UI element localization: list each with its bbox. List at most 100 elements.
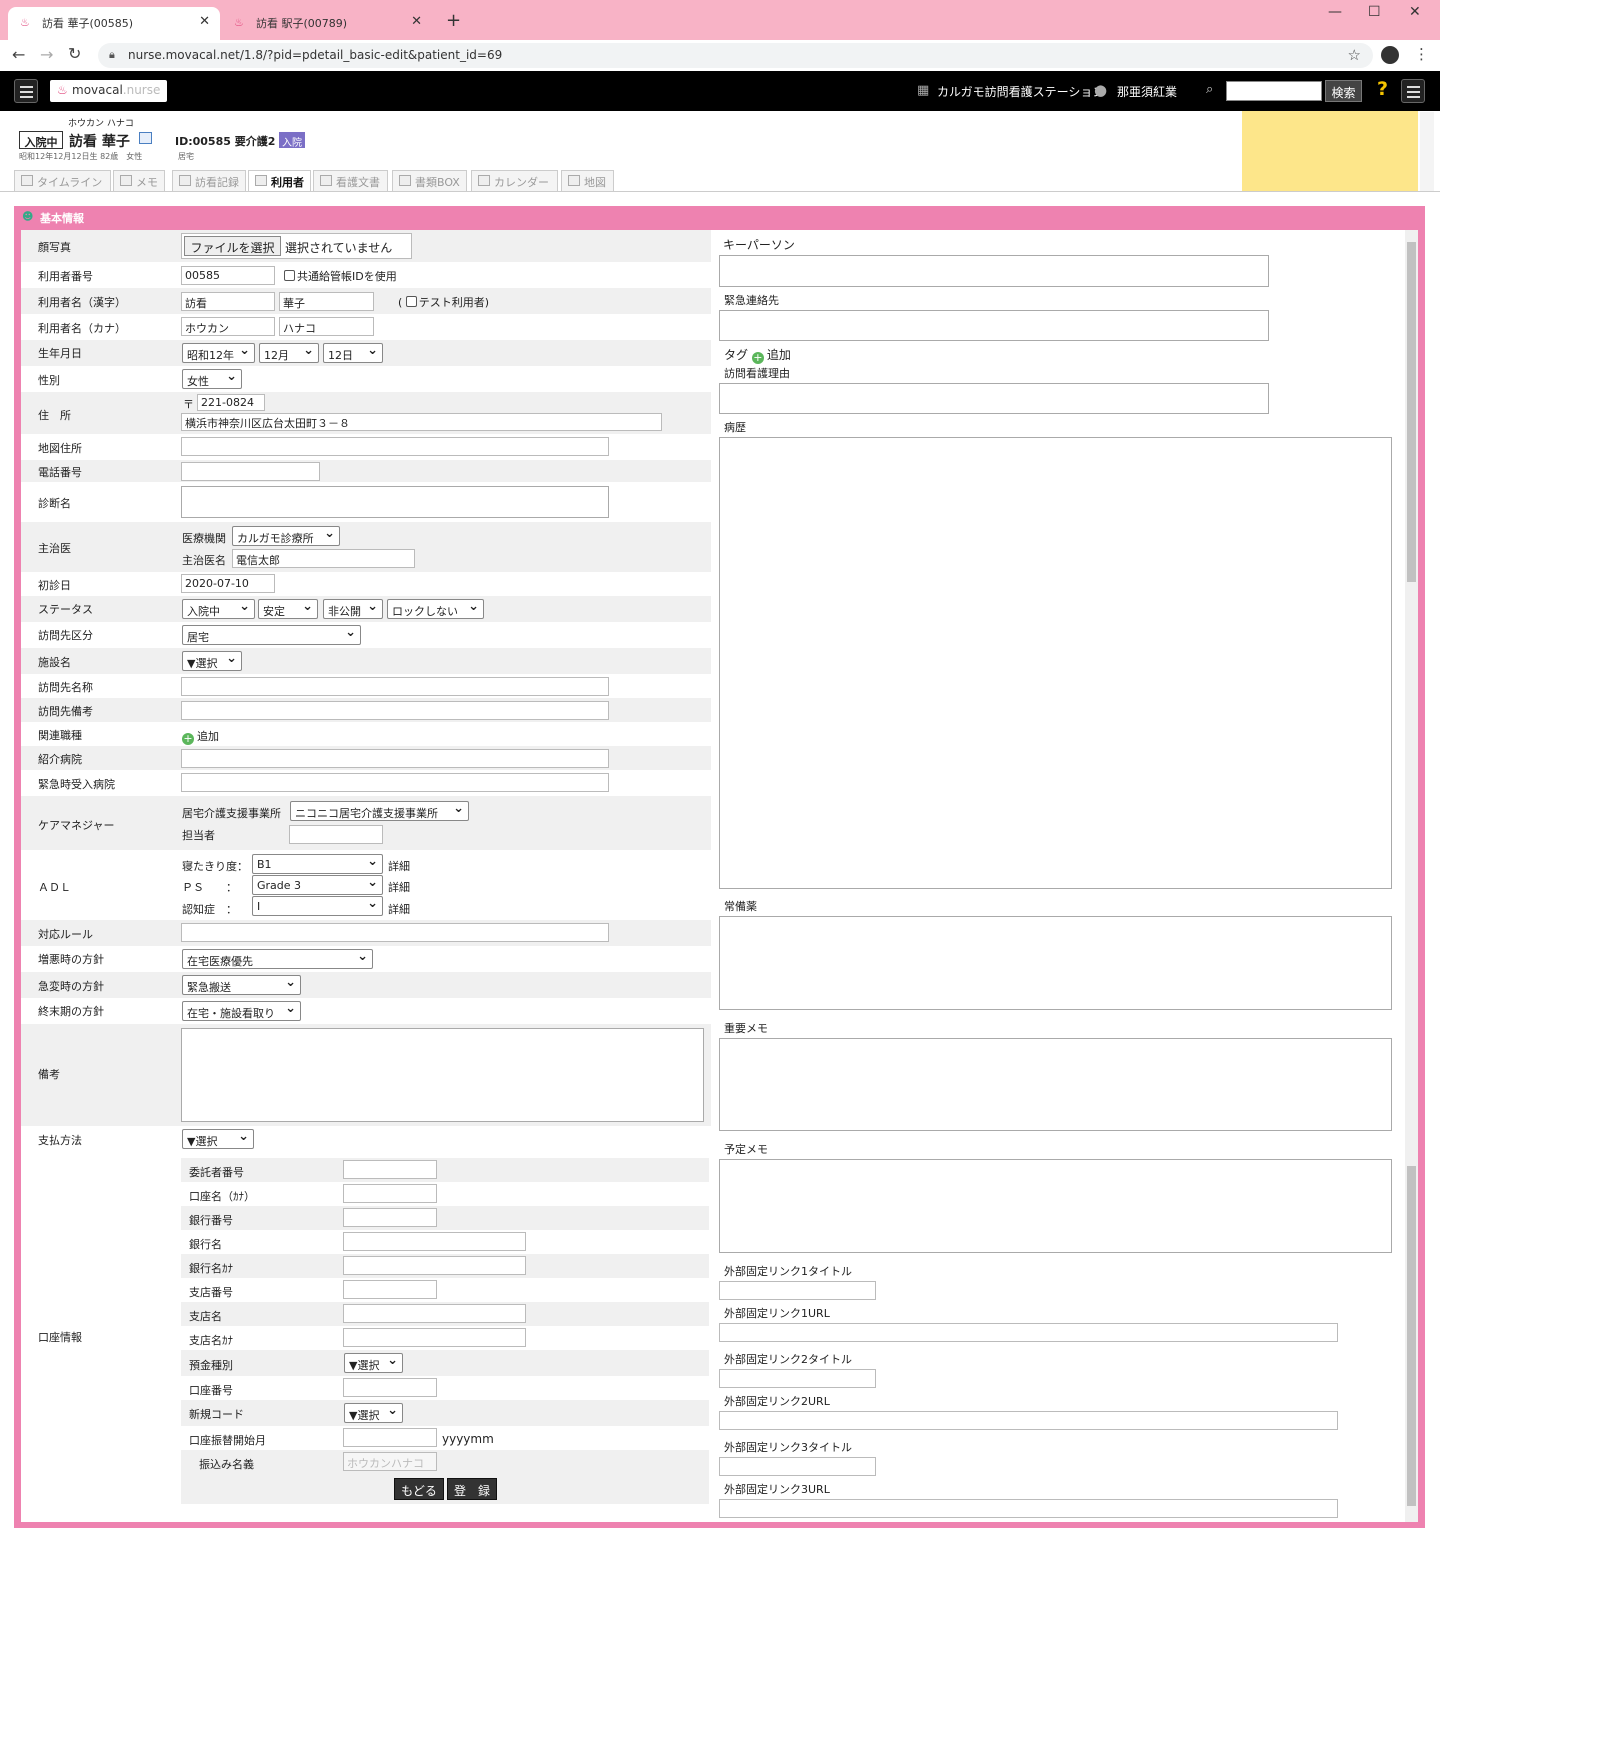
right-menu-icon[interactable] <box>1401 79 1425 103</box>
forward-arrow-icon[interactable]: → <box>40 45 53 64</box>
condition-select[interactable]: 安定 <box>258 599 318 619</box>
sudden-select[interactable]: 緊急搬送 <box>182 975 301 995</box>
browser-tab-active[interactable]: ♨ 訪看 華子(00585) ✕ <box>8 7 220 40</box>
keyperson-textarea[interactable] <box>719 255 1269 287</box>
account-no-input[interactable] <box>343 1378 437 1397</box>
window-icon[interactable] <box>139 132 152 144</box>
terminal-select[interactable]: 在宅・施設看取り <box>182 1001 301 1021</box>
minimize-icon[interactable]: — <box>1328 4 1342 20</box>
doctor-name-input[interactable]: 電信太郎 <box>232 549 415 568</box>
referral-input[interactable] <box>181 749 609 768</box>
admission-status-select[interactable]: 入院中 <box>182 599 255 619</box>
browser-menu-icon[interactable]: ⋮ <box>1414 45 1429 63</box>
close-window-icon[interactable]: ✕ <box>1409 4 1421 20</box>
register-button[interactable]: 登 録 <box>447 1478 497 1500</box>
related-add-button[interactable]: + 追加 <box>182 728 219 745</box>
link1-title-input[interactable] <box>719 1281 876 1300</box>
link3-url-input[interactable] <box>719 1499 1338 1518</box>
facility-select[interactable]: ▼選択 <box>182 651 242 671</box>
lock-select[interactable]: ロックしない <box>387 599 484 619</box>
last-kana-input[interactable]: ホウカン <box>181 317 275 336</box>
tab-visit-records[interactable]: 訪看記録 <box>172 170 246 191</box>
transfer-name-input[interactable]: ホウカンハナコ <box>343 1452 437 1471</box>
link2-url-input[interactable] <box>719 1411 1338 1430</box>
test-user-checkbox[interactable]: ( テスト利用者) <box>398 294 489 310</box>
bank-no-input[interactable] <box>343 1208 437 1227</box>
emergency-contact-textarea[interactable] <box>719 310 1269 341</box>
zip-input[interactable]: 221-0824 <box>197 394 265 411</box>
rule-input[interactable] <box>181 923 609 942</box>
medicine-textarea[interactable] <box>719 916 1392 1010</box>
important-memo-textarea[interactable] <box>719 1038 1392 1131</box>
address-input[interactable]: 横浜市神奈川区広台太田町３－８ <box>181 413 662 431</box>
maximize-icon[interactable]: ☐ <box>1368 4 1381 20</box>
visit-note-input[interactable] <box>181 701 609 720</box>
sex-select[interactable]: 女性 <box>182 369 242 389</box>
last-name-input[interactable]: 訪看 <box>181 292 275 311</box>
user-number-input[interactable]: 00585 <box>181 266 275 285</box>
deposit-type-select[interactable]: ▼選択 <box>344 1353 403 1373</box>
consignor-input[interactable] <box>343 1160 437 1179</box>
office-select[interactable]: ニコニコ居宅介護支援事業所 <box>290 801 469 821</box>
new-tab-button[interactable]: + <box>446 10 461 31</box>
dementia-detail-link[interactable]: 詳細 <box>388 901 410 917</box>
url-field[interactable]: 🔒︎ nurse.movacal.net/1.8/?pid=pdetail_ba… <box>98 43 1373 68</box>
ps-detail-link[interactable]: 詳細 <box>388 879 410 895</box>
header-scrollbar[interactable] <box>1420 112 1434 191</box>
first-kana-input[interactable]: ハナコ <box>279 317 374 336</box>
branch-no-input[interactable] <box>343 1280 437 1299</box>
first-name-input[interactable]: 華子 <box>279 292 374 311</box>
schedule-memo-textarea[interactable] <box>719 1159 1392 1253</box>
search-input[interactable] <box>1226 81 1322 101</box>
dob-year-select[interactable]: 昭和12年 <box>182 343 255 363</box>
map-address-input[interactable] <box>181 437 609 456</box>
tab-timeline[interactable]: タイムライン <box>14 170 111 191</box>
visit-name-input[interactable] <box>181 677 609 696</box>
institution-select[interactable]: カルガモ診療所 <box>232 526 340 546</box>
menu-icon[interactable] <box>14 79 38 103</box>
reload-icon[interactable]: ↻ <box>68 44 81 63</box>
help-icon[interactable]: ? <box>1377 78 1388 100</box>
link2-title-input[interactable] <box>719 1369 876 1388</box>
tab-document-box[interactable]: 書類BOX <box>392 170 467 191</box>
person-input[interactable] <box>289 825 383 844</box>
tab-user[interactable]: 利用者 <box>248 170 311 191</box>
form-scrollbar[interactable] <box>1405 230 1418 1522</box>
first-visit-input[interactable]: 2020-07-10 <box>181 574 275 593</box>
choose-file-button[interactable]: ファイルを選択 <box>184 236 281 256</box>
dob-month-select[interactable]: 12月 <box>259 343 319 363</box>
back-button[interactable]: もどる <box>394 1478 444 1500</box>
scroll-thumb[interactable] <box>1407 242 1416 582</box>
start-month-input[interactable] <box>343 1428 437 1447</box>
shared-id-checkbox[interactable]: 共通給管帳IDを使用 <box>284 268 397 284</box>
emergency-hospital-input[interactable] <box>181 773 609 792</box>
payment-select[interactable]: ▼選択 <box>182 1129 254 1149</box>
visit-category-select[interactable]: 居宅 <box>182 625 361 645</box>
browser-tab-inactive[interactable]: ♨ 訪看 駅子(00789) ✕ <box>222 7 432 40</box>
ps-select[interactable]: Grade 3 <box>252 875 383 895</box>
visibility-select[interactable]: 非公開 <box>323 599 383 619</box>
scroll-thumb-lower[interactable] <box>1407 1166 1416 1506</box>
link1-url-input[interactable] <box>719 1323 1338 1342</box>
remarks-textarea[interactable] <box>181 1028 704 1122</box>
bank-name-kana-input[interactable] <box>343 1256 526 1275</box>
branch-name-kana-input[interactable] <box>343 1328 526 1347</box>
diagnosis-textarea[interactable] <box>181 486 609 518</box>
history-textarea[interactable] <box>719 437 1392 889</box>
bank-name-input[interactable] <box>343 1232 526 1251</box>
phone-input[interactable] <box>181 462 320 481</box>
profile-icon[interactable] <box>1381 46 1399 64</box>
dob-day-select[interactable]: 12日 <box>323 343 383 363</box>
tab-map[interactable]: 地図 <box>561 170 614 191</box>
link3-title-input[interactable] <box>719 1457 876 1476</box>
search-button[interactable]: 検索 <box>1325 80 1362 102</box>
tag-add-button[interactable]: + 追加 <box>751 348 791 364</box>
back-arrow-icon[interactable]: ← <box>12 45 25 64</box>
close-tab-icon[interactable]: ✕ <box>199 14 210 29</box>
branch-name-input[interactable] <box>343 1304 526 1323</box>
movacal-logo[interactable]: ♨ movacal.nurse <box>50 80 167 102</box>
bedridden-detail-link[interactable]: 詳細 <box>388 858 410 874</box>
close-tab-icon[interactable]: ✕ <box>411 14 422 29</box>
worsen-select[interactable]: 在宅医療優先 <box>182 949 373 969</box>
bookmark-star-icon[interactable]: ☆ <box>1348 46 1361 64</box>
